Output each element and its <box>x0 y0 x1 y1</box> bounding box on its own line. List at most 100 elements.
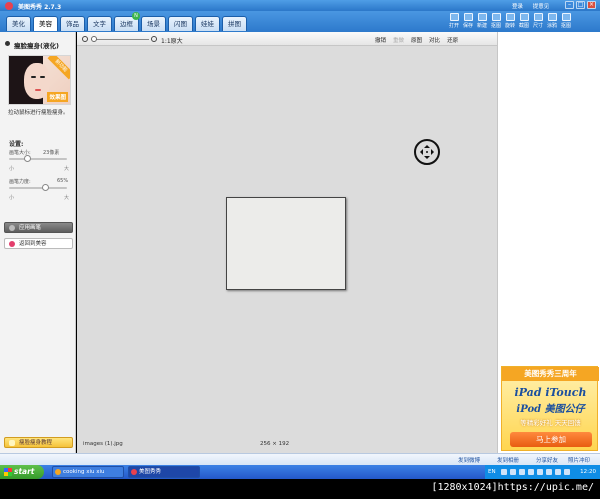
tab-frame[interactable]: 边框 N <box>114 12 140 31</box>
brush-force-max: 大 <box>63 195 69 201</box>
taskbar-item-meitu[interactable]: 美图秀秀 <box>128 466 200 478</box>
taskbar-item-meitu-label: 美图秀秀 <box>139 469 162 475</box>
tray-icon[interactable] <box>564 469 570 475</box>
tray-icon[interactable] <box>555 469 561 475</box>
tab-collage[interactable]: 拼图 <box>222 16 247 31</box>
actual-size-button[interactable]: 1:1原大 <box>161 36 183 45</box>
zoom-knob[interactable] <box>91 36 97 42</box>
zoom-out-icon[interactable] <box>82 36 88 42</box>
tray-icon[interactable] <box>519 469 525 475</box>
brush-force-slider[interactable] <box>9 184 67 191</box>
tab-beautify[interactable]: 美化 <box>6 16 31 31</box>
promo-banner[interactable]: 美图秀秀三周年 iPad iTouch iPod 美图公仔 等精彩好礼 天天回馈… <box>501 366 599 451</box>
new-icon <box>477 13 487 21</box>
tab-scene[interactable]: 场景 <box>141 16 166 31</box>
language-indicator[interactable]: EN <box>488 465 496 479</box>
window-controls: – □ × <box>565 1 596 9</box>
system-tray: EN 12:20 <box>485 465 600 479</box>
brush-force-label: 画笔力度: <box>9 179 31 185</box>
share-strip: 发到微博 发到相册 分享好友 照片冲印 <box>0 453 600 465</box>
apply-brush-button[interactable]: 应用画笔 <box>4 222 73 233</box>
promo-line3: 等精彩好礼 天天回馈 <box>520 419 581 427</box>
tab-beauty[interactable]: 美容 <box>33 16 58 31</box>
tutorial-button[interactable]: 瘦脸瘦身教程 <box>4 437 73 448</box>
new-label: 新建 <box>476 23 487 29</box>
share-weibo-link[interactable]: 发到微博 <box>458 456 480 464</box>
back-to-beauty-button[interactable]: 返回到美容 <box>4 238 73 249</box>
lightbulb-icon <box>9 440 15 446</box>
undo-button[interactable]: 撤销 <box>375 36 386 44</box>
redo-button[interactable]: 重做 <box>393 36 404 44</box>
tray-icon[interactable] <box>546 469 552 475</box>
filename: images (1).jpg <box>83 441 123 447</box>
share-album-link[interactable]: 发到相册 <box>497 456 519 464</box>
maximize-button[interactable]: □ <box>576 1 585 9</box>
thumb-eye <box>40 76 45 78</box>
doodle-button[interactable]: 涂鸦 <box>546 13 558 29</box>
brush-size-value: 23像素 <box>43 150 60 156</box>
brush-size-slider[interactable] <box>9 155 67 162</box>
login-link[interactable]: 登录 <box>512 4 523 10</box>
left-panel: 瘦脸瘦身(液化) 新功能 效果图 拉动鼠标进行瘦脸瘦身。 设置: 画笔大小: 23… <box>0 32 76 453</box>
doodle-label: 涂鸦 <box>546 23 557 29</box>
size-label: 尺寸 <box>532 23 543 29</box>
join-now-button[interactable]: 马上参加 <box>510 432 592 447</box>
original-button[interactable]: 原图 <box>411 36 422 44</box>
back-to-beauty-label: 返回到美容 <box>19 241 47 247</box>
zoom-slider[interactable] <box>91 39 149 40</box>
tab-doll[interactable]: 娃娃 <box>195 16 220 31</box>
right-panel: 美图秀秀三周年 iPad iTouch iPod 美图公仔 等精彩好礼 天天回馈… <box>497 32 600 453</box>
canvas-area: 1:1原大 撤销 重做 原图 对比 还原 images (1).jpg 256 … <box>77 32 497 453</box>
save-button[interactable]: 保存 <box>462 13 474 29</box>
compare-button[interactable]: 对比 <box>429 36 440 44</box>
taskbar-item-browser[interactable]: cooking xiu xiu vietfiu... <box>52 466 124 485</box>
brush-force-knob[interactable] <box>42 184 50 191</box>
tab-accessories[interactable]: 饰品 <box>60 16 85 31</box>
arrow-left-icon <box>417 149 423 155</box>
taskbar: start cooking xiu xiu vietfiu... 美图秀秀 EN… <box>0 465 600 485</box>
rotate-button[interactable]: 旋转 <box>504 13 516 29</box>
tray-icon[interactable] <box>501 469 507 475</box>
image-canvas[interactable] <box>226 197 346 290</box>
reset-button[interactable]: 还原 <box>447 36 458 44</box>
tray-icon[interactable] <box>510 469 516 475</box>
minimize-button[interactable]: – <box>565 1 574 9</box>
size-button[interactable]: 尺寸 <box>532 13 544 29</box>
canvas-status: images (1).jpg 256 × 192 <box>77 439 497 453</box>
clock: 12:20 <box>580 469 596 475</box>
brush-size-knob[interactable] <box>24 155 32 162</box>
title-links: 登录 提意见 <box>512 2 557 10</box>
tutorial-label: 瘦脸瘦身教程 <box>19 440 53 446</box>
zoom-in-icon[interactable] <box>151 36 157 42</box>
app-title: 美图秀秀 2.7.3 <box>18 4 62 11</box>
panel-title: 瘦脸瘦身(液化) <box>6 40 59 50</box>
start-button[interactable]: start <box>0 465 44 479</box>
tray-icon[interactable] <box>537 469 543 475</box>
feedback-link[interactable]: 提意见 <box>533 4 550 10</box>
tab-flash[interactable]: 闪图 <box>168 16 193 31</box>
open-button[interactable]: 打开 <box>448 13 460 29</box>
panel-title-text: 瘦脸瘦身(液化) <box>14 42 59 50</box>
promo-header: 美图秀秀三周年 <box>502 367 599 381</box>
tab-text[interactable]: 文字 <box>87 16 112 31</box>
share-friends-link[interactable]: 分享好友 <box>536 456 558 464</box>
watermark-text: [1280x1024]https://upic.me/ <box>431 482 594 493</box>
tray-icon[interactable] <box>528 469 534 475</box>
new-button[interactable]: 新建 <box>476 13 488 29</box>
arrow-up-icon <box>424 142 430 148</box>
close-button[interactable]: × <box>587 1 596 9</box>
doodle-icon <box>547 13 557 21</box>
hint-text: 拉动鼠标进行瘦脸瘦身。 <box>8 110 69 116</box>
promo-line2: iPod 美图公仔 <box>516 404 585 415</box>
cutout2-button[interactable]: 抠图 <box>560 13 572 29</box>
cutout-button[interactable]: 抠图 <box>490 13 502 29</box>
settings-label: 设置: <box>9 141 24 148</box>
liquify-move-cursor-icon <box>414 139 440 165</box>
browser-icon <box>55 469 61 475</box>
screenshot-button[interactable]: 截图 <box>518 13 530 29</box>
arrow-down-icon <box>424 156 430 162</box>
size-icon <box>533 13 543 21</box>
cutout2-label: 抠图 <box>560 23 571 29</box>
photo-print-link[interactable]: 照片冲印 <box>568 456 590 464</box>
watermark-footer: [1280x1024]https://upic.me/ <box>0 479 600 499</box>
